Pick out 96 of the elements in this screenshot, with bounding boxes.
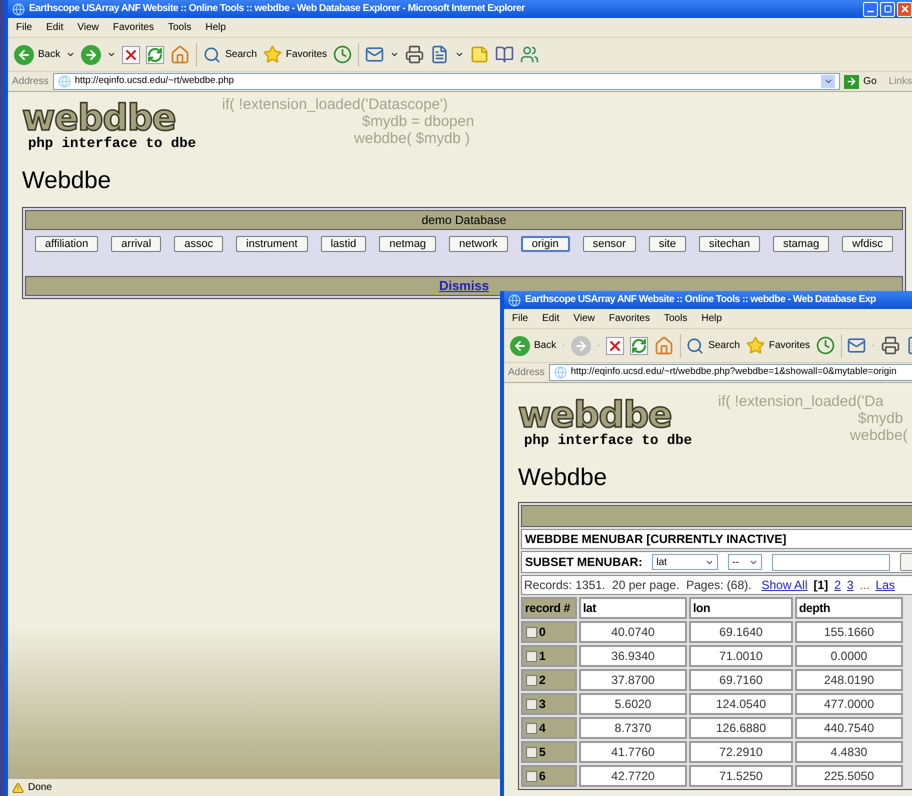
table-cell: 155.1660 <box>795 621 903 643</box>
menu-item[interactable]: Favorites <box>608 311 650 326</box>
record-number: 4 <box>539 720 546 737</box>
back-button[interactable]: Back <box>510 336 556 356</box>
table-cell: 41.7760 <box>579 741 687 763</box>
address-label: Address <box>12 75 49 89</box>
menu-item[interactable]: View <box>77 20 99 35</box>
page-heading: Webdbe <box>518 464 608 492</box>
table-cell: 37.8700 <box>579 669 687 691</box>
column-header: depth <box>795 597 903 619</box>
panel-title: demo Database <box>25 210 903 230</box>
column-header: record # <box>521 597 577 619</box>
table-cell: 0.0000 <box>795 645 903 667</box>
code-line: webdbe( $mydb ) <box>354 130 471 147</box>
menu-item[interactable]: Tools <box>664 311 688 326</box>
column-header: lon <box>689 597 793 619</box>
record-number: 0 <box>539 624 546 641</box>
search-button[interactable]: Search <box>686 336 740 354</box>
page-link[interactable]: [1] <box>814 576 828 594</box>
subset-label: SUBSET MENUBAR: <box>525 554 642 571</box>
table-cell: 225.5050 <box>795 765 903 787</box>
page-link[interactable]: 3 <box>846 576 854 594</box>
records-summary: Records: 1351. 20 per page. Pages: (68). <box>524 577 752 594</box>
table-cell: 42.7720 <box>579 765 687 787</box>
code-line: if( !extension_loaded('Da <box>718 393 884 410</box>
show-all-link[interactable]: Show All <box>761 576 808 594</box>
code-line: $mydb <box>858 410 904 427</box>
menu-item[interactable]: Help <box>701 311 722 326</box>
menu-item[interactable]: View <box>573 311 595 326</box>
menu-item[interactable]: File <box>16 20 32 35</box>
back-button[interactable]: Back <box>14 44 60 64</box>
record-number: 3 <box>539 696 546 713</box>
address-field[interactable]: http://eqinfo.ucsd.edu/~rt/webdbe.php <box>52 73 840 90</box>
table-button[interactable]: assoc <box>174 236 224 252</box>
table-cell: 477.0000 <box>795 693 903 715</box>
table-button[interactable]: netmag <box>379 236 436 252</box>
menu-item[interactable]: Tools <box>168 20 192 35</box>
webdbe-logo: webdbe <box>518 399 672 433</box>
menu-item[interactable]: Favorites <box>112 20 154 35</box>
table-button[interactable]: site <box>648 236 686 252</box>
table-cell: 40.0740 <box>579 621 687 643</box>
record-number: 1 <box>539 648 546 665</box>
ellipsis: ... <box>860 577 870 594</box>
window-title: Earthscope USArray ANF Website :: Online Tools :: webdbe - Web Database Exp <box>525 295 876 305</box>
table-cell: 36.9340 <box>579 645 687 667</box>
last-page-link[interactable]: Las <box>876 576 895 594</box>
status-text: Done <box>28 781 52 795</box>
table-button[interactable]: network <box>449 236 508 252</box>
table-button[interactable]: sensor <box>582 236 636 252</box>
logo-tagline: php interface to dbe <box>524 433 692 449</box>
favorites-button[interactable]: Favorites <box>746 336 810 355</box>
menubar-label: WEBDBE MENUBAR [CURRENTLY INACTIVE] <box>525 531 786 548</box>
table-button[interactable]: sitechan <box>699 236 760 252</box>
dismiss-link[interactable]: Dismiss <box>439 276 489 296</box>
code-line: if( !extension_loaded('Datascope') <box>222 96 449 113</box>
table-button[interactable]: wfdisc <box>842 236 893 252</box>
code-line: webdbe( <box>850 427 908 444</box>
menu-item[interactable]: Edit <box>46 20 64 35</box>
search-button[interactable]: Search <box>203 46 257 64</box>
field-select[interactable]: lat <box>652 554 718 570</box>
page-link[interactable]: 2 <box>834 576 841 594</box>
column-header: lat <box>579 597 687 619</box>
table-button[interactable]: lastid <box>320 236 366 252</box>
page-heading: Webdbe <box>22 167 112 195</box>
table-cell: 8.7370 <box>579 717 687 739</box>
webdbe-logo: webdbe <box>22 102 176 136</box>
table-cell: 71.0010 <box>689 645 793 667</box>
table-cell: 248.0190 <box>795 669 903 691</box>
record-number: 5 <box>539 744 546 761</box>
favorites-button[interactable]: Favorites <box>262 45 328 64</box>
menu-item[interactable]: File <box>512 311 528 326</box>
table-cell: 72.2910 <box>689 741 793 763</box>
table-button[interactable]: stamag <box>773 236 830 252</box>
table-button[interactable]: arrival <box>111 236 162 252</box>
table-cell: 124.0540 <box>689 693 793 715</box>
table-cell: 4.4830 <box>795 741 903 763</box>
table-cell: 71.5250 <box>689 765 793 787</box>
table-cell: 69.1640 <box>689 621 793 643</box>
operator-select[interactable]: -- <box>728 554 762 570</box>
menu-item[interactable]: Edit <box>542 311 560 326</box>
menu-item[interactable]: Help <box>205 20 226 35</box>
record-number: 6 <box>539 768 546 785</box>
table-button[interactable]: instrument <box>236 236 308 252</box>
table-cell: 5.6020 <box>579 693 687 715</box>
window-title: Earthscope USArray ANF Website :: Online Tools :: webdbe - Web Database Explorer - Microsoft Internet Explorer <box>29 4 525 14</box>
address-label: Address <box>508 366 545 380</box>
code-line: $mydb = dbopen <box>362 113 474 130</box>
logo-tagline: php interface to dbe <box>28 136 196 152</box>
table-button[interactable]: origin <box>520 236 570 252</box>
table-cell: 126.6880 <box>689 717 793 739</box>
address-field[interactable]: http://eqinfo.ucsd.edu/~rt/webdbe.php?webdbe=1&showall=0&mytable=origin <box>548 364 912 381</box>
table-button[interactable]: affiliation <box>35 236 98 252</box>
record-number: 2 <box>539 672 546 689</box>
table-cell: 69.7160 <box>689 669 793 691</box>
table-cell: 440.7540 <box>795 717 903 739</box>
go-button[interactable]: Go <box>844 74 877 89</box>
